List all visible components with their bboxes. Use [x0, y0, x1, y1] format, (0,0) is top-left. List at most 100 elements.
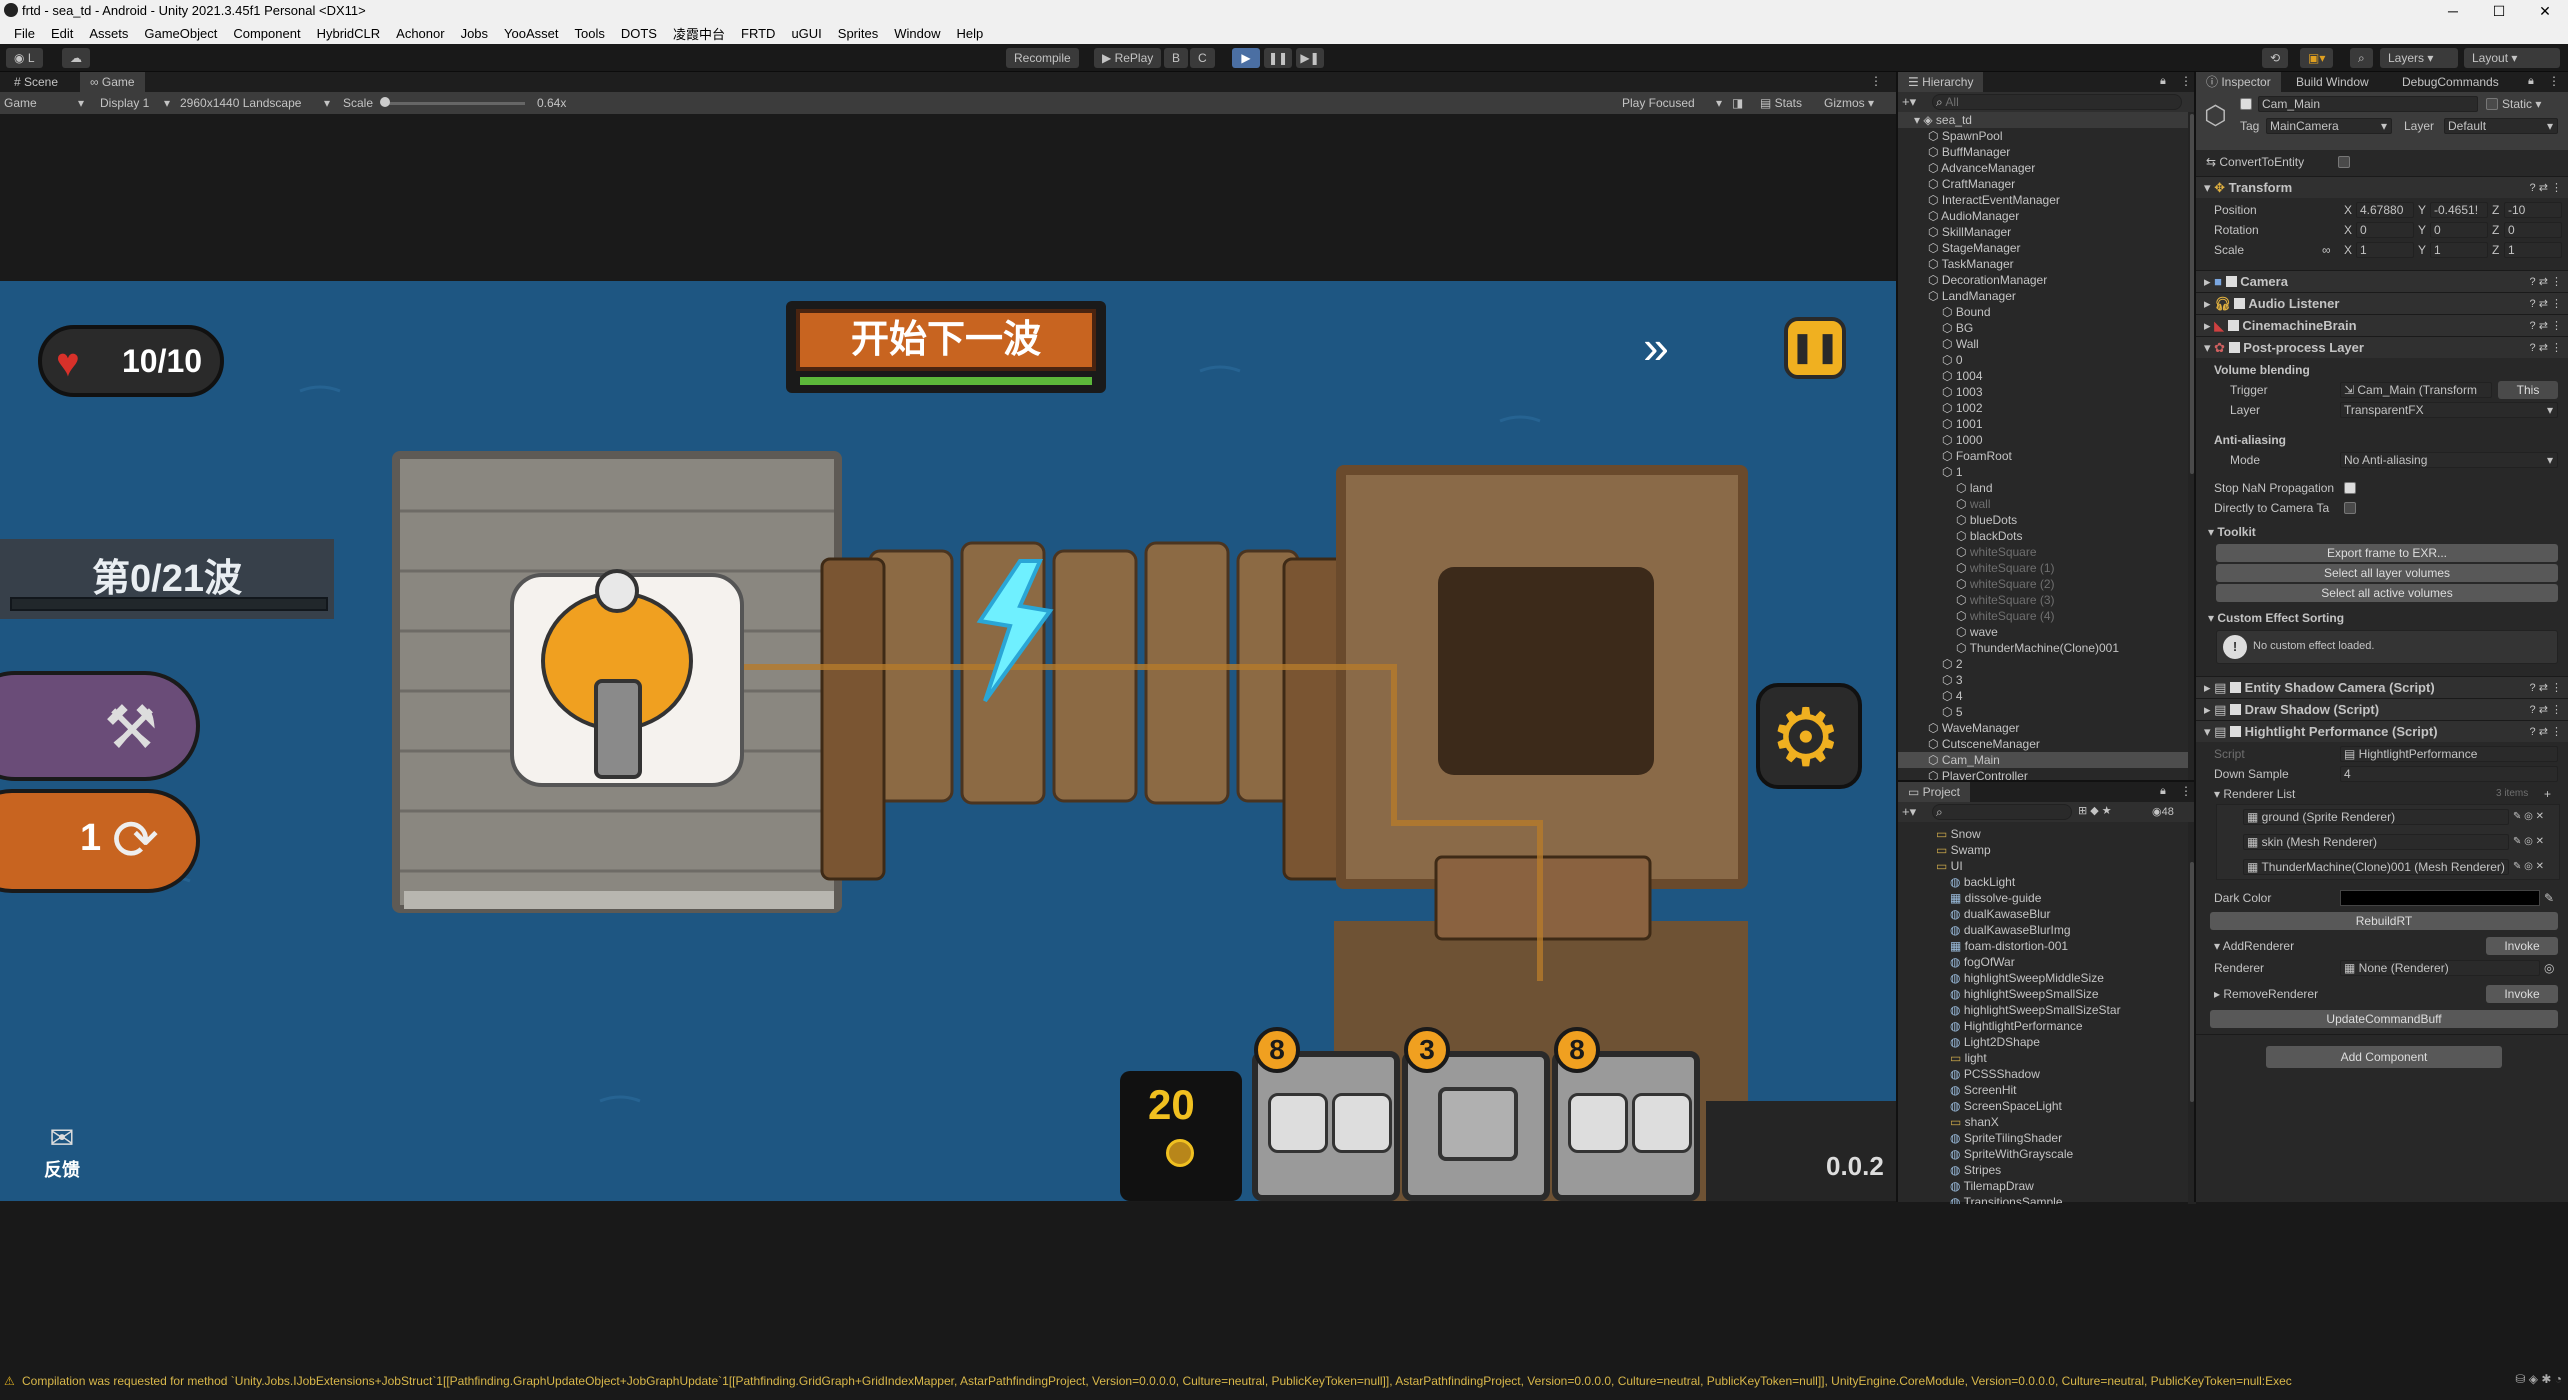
- hierarchy-item[interactable]: ⬡ whiteSquare (1): [1898, 560, 2188, 576]
- tab-hierarchy[interactable]: ☰ Hierarchy: [1898, 72, 1984, 92]
- project-item[interactable]: ◍ highlightSweepSmallSizeStar: [1898, 1002, 2188, 1018]
- hierarchy-item[interactable]: ⬡ 1: [1898, 464, 2188, 480]
- c-button[interactable]: C: [1190, 48, 1215, 68]
- renderer-item-actions[interactable]: ✎ ◎ ✕: [2513, 859, 2544, 875]
- project-item[interactable]: ◍ ScreenHit: [1898, 1082, 2188, 1098]
- card-1[interactable]: 8: [1252, 1027, 1400, 1201]
- tab-build-window[interactable]: Build Window: [2286, 72, 2379, 92]
- project-item[interactable]: ▭ shanX: [1898, 1114, 2188, 1130]
- layers-dropdown[interactable]: Layers ▾: [2380, 48, 2458, 68]
- component-checkbox[interactable]: [2230, 682, 2242, 693]
- component-checkbox[interactable]: [2227, 320, 2239, 331]
- build-hammer-button[interactable]: ⚒: [0, 671, 200, 781]
- mute-audio-icon[interactable]: ◨: [1732, 96, 1743, 110]
- component-checkbox[interactable]: [2234, 298, 2246, 309]
- invoke-remove-button[interactable]: Invoke: [2486, 985, 2558, 1003]
- refresh-button[interactable]: 1 ⟳: [0, 789, 200, 893]
- link-icon[interactable]: ∞: [2322, 242, 2331, 258]
- hierarchy-item[interactable]: ⬡ wall: [1898, 496, 2188, 512]
- component-menu-icon[interactable]: ? ⇄ ⋮: [2530, 337, 2562, 359]
- menu-lingxia[interactable]: 凌霞中台: [665, 24, 733, 43]
- menu-file[interactable]: File: [6, 26, 43, 41]
- tab-inspector[interactable]: ⓘ Inspector: [2196, 72, 2281, 92]
- maximize-button[interactable]: ☐: [2476, 0, 2522, 22]
- project-item[interactable]: ◍ TransitionsSample: [1898, 1194, 2188, 1204]
- rebuild-rt-button[interactable]: RebuildRT: [2210, 912, 2558, 930]
- lock-icon[interactable]: 🔒︎: [2160, 75, 2166, 88]
- eyedropper-icon[interactable]: ✎: [2544, 890, 2554, 906]
- component-menu-icon[interactable]: ? ⇄ ⋮: [2530, 177, 2562, 199]
- project-item[interactable]: ◍ backLight: [1898, 874, 2188, 890]
- draw-shadow-header[interactable]: ▸ ▤ Draw Shadow (Script)? ⇄ ⋮: [2196, 698, 2568, 720]
- hierarchy-item[interactable]: ⬡ 2: [1898, 656, 2188, 672]
- cloud-icon[interactable]: ☁: [62, 48, 90, 68]
- renderer-item[interactable]: ▦ ground (Sprite Renderer): [2243, 809, 2509, 825]
- close-button[interactable]: ✕: [2522, 0, 2568, 22]
- object-picker-icon[interactable]: ◎: [2544, 960, 2554, 976]
- menu-yooasset[interactable]: YooAsset: [496, 26, 566, 41]
- recompile-button[interactable]: Recompile: [1006, 48, 1079, 68]
- hierarchy-item[interactable]: ⬡ 5: [1898, 704, 2188, 720]
- invoke-add-button[interactable]: Invoke: [2486, 937, 2558, 955]
- scl-z-input[interactable]: 1: [2504, 242, 2562, 258]
- custom-sorting-foldout[interactable]: ▾ Custom Effect Sorting: [2208, 610, 2344, 626]
- component-checkbox[interactable]: [2230, 704, 2242, 715]
- menu-sprites[interactable]: Sprites: [830, 26, 886, 41]
- account-button[interactable]: ◉ L: [6, 48, 43, 68]
- component-checkbox[interactable]: [2230, 726, 2242, 737]
- scl-y-input[interactable]: 1: [2430, 242, 2488, 258]
- project-item[interactable]: ▭ Snow: [1898, 826, 2188, 842]
- minimize-button[interactable]: ─: [2430, 0, 2476, 22]
- menu-jobs[interactable]: Jobs: [453, 26, 496, 41]
- add-icon[interactable]: +▾: [1902, 94, 1916, 110]
- hierarchy-item[interactable]: ⬡ ThunderMachine(Clone)001: [1898, 640, 2188, 656]
- renderer-field[interactable]: ▦ None (Renderer): [2340, 960, 2540, 976]
- scale-slider-handle[interactable]: [380, 97, 390, 107]
- active-checkbox[interactable]: [2240, 96, 2256, 112]
- menu-window[interactable]: Window: [886, 26, 948, 41]
- hierarchy-item[interactable]: ⬡ LandManager: [1898, 288, 2188, 304]
- menu-edit[interactable]: Edit: [43, 26, 81, 41]
- menu-dots[interactable]: DOTS: [613, 26, 665, 41]
- hierarchy-item[interactable]: ⬡ TaskManager: [1898, 256, 2188, 272]
- this-button[interactable]: This: [2498, 381, 2558, 399]
- convert-checkbox[interactable]: [2338, 154, 2354, 170]
- select-active-volumes-button[interactable]: Select all active volumes: [2216, 584, 2558, 602]
- component-menu-icon[interactable]: ? ⇄ ⋮: [2530, 721, 2562, 743]
- hierarchy-item[interactable]: ⬡ InteractEventManager: [1898, 192, 2188, 208]
- project-item[interactable]: ◍ highlightSweepSmallSize: [1898, 986, 2188, 1002]
- camera-component-header[interactable]: ▸ ■ Camera? ⇄ ⋮: [2196, 270, 2568, 292]
- scl-x-input[interactable]: 1: [2356, 242, 2414, 258]
- add-renderer-plus-icon[interactable]: +: [2544, 786, 2551, 802]
- trigger-field[interactable]: ⇲ Cam_Main (Transform: [2340, 382, 2492, 398]
- down-sample-input[interactable]: 4: [2340, 766, 2558, 782]
- resolution-dropdown[interactable]: 2960x1440 Landscape ▾: [180, 96, 330, 110]
- fast-forward-icon[interactable]: »: [1624, 317, 1688, 377]
- play-button[interactable]: ▶: [1232, 48, 1260, 68]
- hierarchy-item[interactable]: ⬡ CraftManager: [1898, 176, 2188, 192]
- tab-debug-commands[interactable]: DebugCommands: [2392, 72, 2509, 92]
- hierarchy-item[interactable]: ⬡ Bound: [1898, 304, 2188, 320]
- gizmos-dropdown[interactable]: Gizmos ▾: [1824, 96, 1874, 110]
- hierarchy-item[interactable]: ⬡ Wall: [1898, 336, 2188, 352]
- audio-listener-header[interactable]: ▸ 🎧︎ Audio Listener? ⇄ ⋮: [2196, 292, 2568, 314]
- pause-button[interactable]: ❚❚: [1264, 48, 1292, 68]
- hierarchy-item[interactable]: ⬡ 3: [1898, 672, 2188, 688]
- layout-dropdown[interactable]: Layout ▾: [2464, 48, 2560, 68]
- menu-assets[interactable]: Assets: [81, 26, 136, 41]
- project-item[interactable]: ◍ PCSSShadow: [1898, 1066, 2188, 1082]
- static-checkbox[interactable]: Static ▾: [2486, 96, 2541, 112]
- pos-y-input[interactable]: -0.4651!: [2430, 202, 2488, 218]
- menu-help[interactable]: Help: [949, 26, 992, 41]
- menu-frtd[interactable]: FRTD: [733, 26, 783, 41]
- component-menu-icon[interactable]: ? ⇄ ⋮: [2530, 315, 2562, 337]
- project-item[interactable]: ▭ Swamp: [1898, 842, 2188, 858]
- hierarchy-item[interactable]: ⬡ AudioManager: [1898, 208, 2188, 224]
- component-menu-icon[interactable]: ? ⇄ ⋮: [2530, 271, 2562, 293]
- hierarchy-item[interactable]: ⬡ BG: [1898, 320, 2188, 336]
- renderer-item[interactable]: ▦ skin (Mesh Renderer): [2243, 834, 2509, 850]
- feedback-button[interactable]: ✉ 反馈: [32, 1121, 92, 1181]
- status-bar[interactable]: ⚠ Compilation was requested for method `…: [0, 1370, 2568, 1392]
- rot-y-input[interactable]: 0: [2430, 222, 2488, 238]
- hierarchy-item[interactable]: ⬡ 1004: [1898, 368, 2188, 384]
